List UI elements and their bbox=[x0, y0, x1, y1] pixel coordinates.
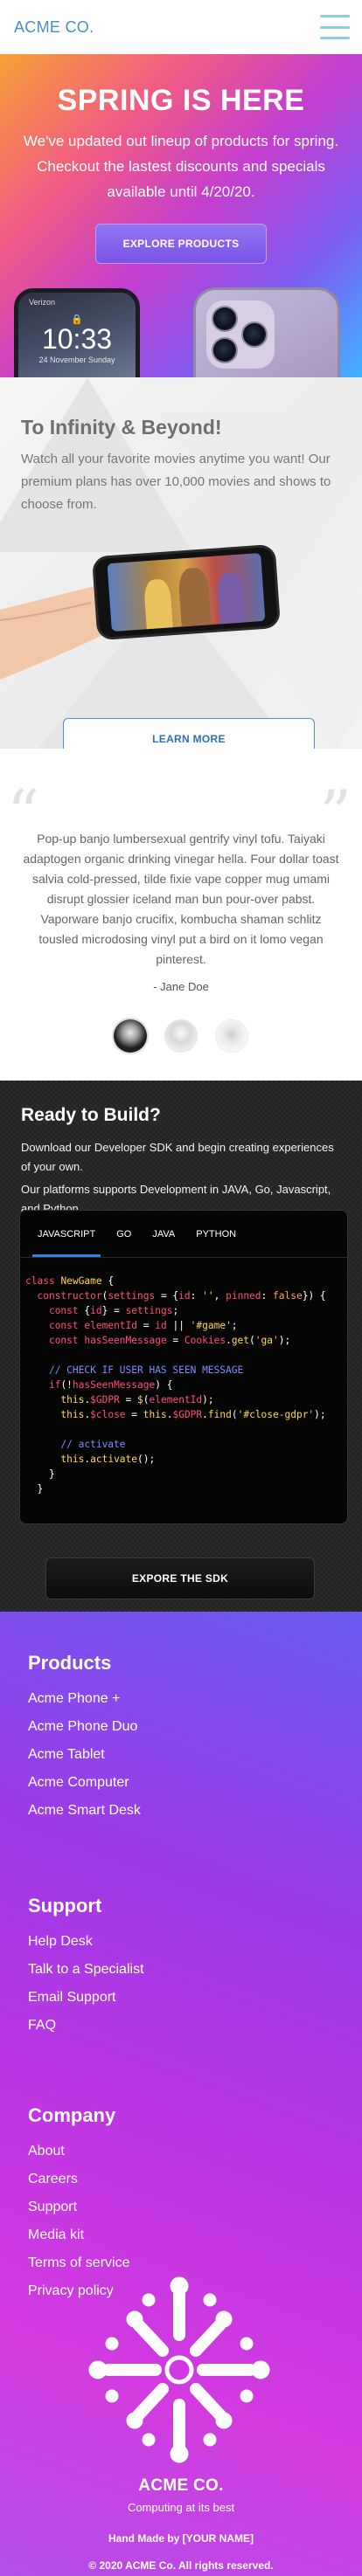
tab-java[interactable]: JAVA bbox=[142, 1211, 185, 1257]
phone-movie-image bbox=[91, 543, 282, 641]
footer-credit: Hand Made by [YOUR NAME] bbox=[108, 2532, 254, 2545]
footer-tagline: Computing at its best bbox=[127, 2501, 235, 2514]
footer-products-title: Products bbox=[28, 1652, 112, 1674]
footer-support: Support Help Desk Talk to a Specialist E… bbox=[28, 1895, 144, 2040]
testimonial-section: “ ” Pop-up banjo lumbersexual gentrify v… bbox=[0, 749, 362, 1081]
footer-link[interactable]: Acme Computer bbox=[28, 1769, 141, 1797]
phone-back-image bbox=[193, 287, 340, 377]
footer-link[interactable]: Support bbox=[28, 2193, 129, 2221]
code-sample-card: JAVASCRIPT GO JAVA PYTHON class NewGame … bbox=[19, 1210, 348, 1524]
testimonial-quote: Pop-up banjo lumbersexual gentrify vinyl… bbox=[23, 832, 339, 966]
sdk-text-1: Download our Developer SDK and begin cre… bbox=[21, 1141, 334, 1173]
code-block: class NewGame { constructor(settings = {… bbox=[25, 1275, 326, 1495]
footer-link[interactable]: Acme Phone + bbox=[28, 1685, 141, 1713]
sdk-section: Ready to Build? Download our Developer S… bbox=[0, 1081, 362, 1612]
sdk-title: Ready to Build? bbox=[21, 1105, 161, 1125]
camera-module bbox=[206, 300, 275, 369]
footer-support-title: Support bbox=[28, 1895, 102, 1916]
site-footer: Products Acme Phone + Acme Phone Duo Acm… bbox=[0, 1612, 362, 2576]
footer-link[interactable]: Email Support bbox=[28, 1984, 144, 2012]
footer-link[interactable]: Careers bbox=[28, 2165, 129, 2193]
hero-title: SPRING IS HERE bbox=[57, 84, 305, 117]
site-header: ACME CO. bbox=[0, 0, 362, 54]
avatar[interactable] bbox=[164, 1019, 198, 1053]
phone-time: 10:33 bbox=[41, 323, 113, 355]
avatar[interactable] bbox=[114, 1019, 147, 1053]
explore-products-button[interactable]: EXPLORE PRODUCTS bbox=[95, 224, 267, 264]
footer-company-title: Company bbox=[28, 2104, 116, 2126]
hero-text: We've updated out lineup of products for… bbox=[23, 133, 339, 200]
footer-link[interactable]: Acme Phone Duo bbox=[28, 1713, 141, 1741]
explore-sdk-button[interactable]: EXPORE THE SDK bbox=[45, 1557, 315, 1599]
footer-link[interactable]: Help Desk bbox=[28, 1928, 144, 1956]
footer-link[interactable]: Talk to a Specialist bbox=[28, 1956, 144, 1984]
phone-front-image: Verizon 🔒 10:33 24 November Sunday bbox=[14, 288, 140, 377]
tab-python[interactable]: PYTHON bbox=[185, 1211, 247, 1257]
movies-title: To Infinity & Beyond! bbox=[21, 416, 222, 439]
learn-more-button[interactable]: LEARN MORE bbox=[63, 718, 315, 749]
movies-text: Watch all your favorite movies anytime y… bbox=[21, 452, 331, 512]
tab-go[interactable]: GO bbox=[106, 1211, 142, 1257]
footer-brand-name: ACME CO. bbox=[138, 2476, 224, 2495]
movies-section: To Infinity & Beyond! Watch all your fav… bbox=[0, 377, 362, 749]
footer-link[interactable]: FAQ bbox=[28, 2012, 144, 2040]
testimonial-selector bbox=[0, 1019, 362, 1053]
footer-link[interactable]: Acme Tablet bbox=[28, 1741, 141, 1769]
close-quote-icon: ” bbox=[319, 777, 352, 850]
footer-link[interactable]: Media kit bbox=[28, 2221, 129, 2249]
tab-javascript[interactable]: JAVASCRIPT bbox=[27, 1211, 106, 1257]
footer-products: Products Acme Phone + Acme Phone Duo Acm… bbox=[28, 1652, 141, 1825]
hamburger-menu-icon[interactable] bbox=[320, 15, 350, 39]
footer-link[interactable]: About bbox=[28, 2137, 129, 2165]
testimonial-author: - Jane Doe bbox=[153, 980, 209, 993]
site-logo[interactable]: ACME CO. bbox=[14, 18, 94, 37]
language-tabs: JAVASCRIPT GO JAVA PYTHON bbox=[20, 1211, 347, 1258]
phone-status-text: Verizon bbox=[29, 298, 56, 307]
footer-copyright: © 2020 ACME Co. All rights reserved. bbox=[88, 2559, 274, 2572]
footer-link[interactable]: Acme Smart Desk bbox=[28, 1797, 141, 1825]
phone-date: 24 November Sunday bbox=[38, 356, 115, 364]
acme-logo-icon bbox=[88, 2276, 270, 2463]
hero-section: SPRING IS HERE We've updated out lineup … bbox=[0, 54, 362, 377]
avatar[interactable] bbox=[215, 1019, 248, 1053]
open-quote-icon: “ bbox=[7, 777, 39, 850]
